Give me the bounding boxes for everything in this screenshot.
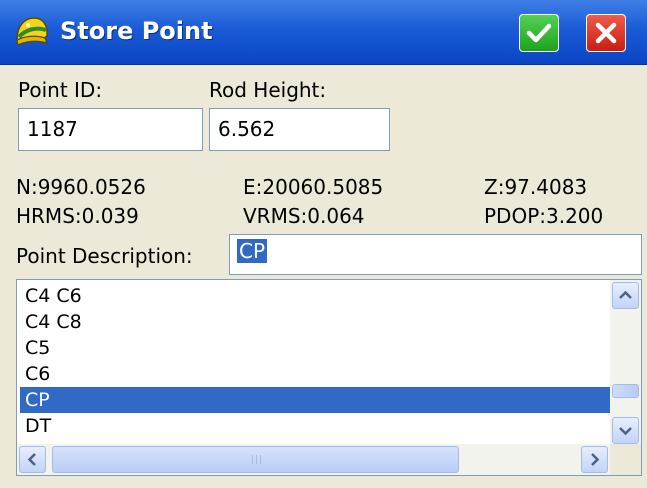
- close-icon: [595, 22, 617, 44]
- window-title: Store Point: [60, 17, 213, 45]
- northing-value: N:9960.0526: [16, 175, 146, 199]
- list-item[interactable]: C4 C8: [20, 309, 611, 335]
- rod-height-field[interactable]: 6.562: [209, 108, 390, 151]
- ok-button[interactable]: [519, 14, 559, 52]
- title-bar: Store Point: [0, 0, 647, 65]
- grip-icon: |||: [251, 455, 264, 465]
- point-id-field[interactable]: 1187: [18, 108, 203, 151]
- scroll-down-button[interactable]: [612, 417, 639, 444]
- hrms-value: HRMS:0.039: [16, 204, 139, 228]
- horizontal-scrollbar[interactable]: |||: [17, 444, 610, 475]
- description-list[interactable]: C4 C6 C4 C8 C5 C6 CP DT |||: [16, 279, 642, 476]
- scroll-up-button[interactable]: [612, 282, 639, 309]
- chevron-left-icon: [27, 453, 36, 466]
- chevron-up-icon: [619, 290, 632, 299]
- vertical-scroll-thumb[interactable]: [612, 384, 639, 398]
- list-item[interactable]: DT: [20, 413, 611, 439]
- close-button[interactable]: [586, 14, 626, 52]
- list-item[interactable]: C4 C6: [20, 283, 611, 309]
- checkmark-icon: [526, 23, 552, 43]
- helmet-icon: [14, 15, 50, 49]
- point-id-label: Point ID:: [18, 78, 103, 102]
- chevron-right-icon: [591, 453, 600, 466]
- scrollbar-corner: [610, 444, 641, 475]
- vrms-value: VRMS:0.064: [243, 204, 365, 228]
- list-item-selected[interactable]: CP: [20, 387, 611, 413]
- chevron-down-icon: [619, 427, 632, 436]
- pdop-value: PDOP:3.200: [484, 204, 604, 228]
- elevation-value: Z:97.4083: [484, 175, 588, 199]
- point-description-label: Point Description:: [16, 244, 193, 268]
- list-item[interactable]: C5: [20, 335, 611, 361]
- scroll-right-button[interactable]: [581, 446, 608, 473]
- point-description-value: CP: [237, 239, 268, 263]
- point-description-input[interactable]: CP: [229, 234, 642, 275]
- horizontal-scroll-thumb[interactable]: |||: [52, 446, 459, 473]
- easting-value: E:20060.5085: [243, 175, 384, 199]
- list-item[interactable]: C6: [20, 361, 611, 387]
- scroll-left-button[interactable]: [19, 446, 46, 473]
- rod-height-label: Rod Height:: [209, 78, 327, 102]
- vertical-scrollbar[interactable]: [610, 280, 641, 446]
